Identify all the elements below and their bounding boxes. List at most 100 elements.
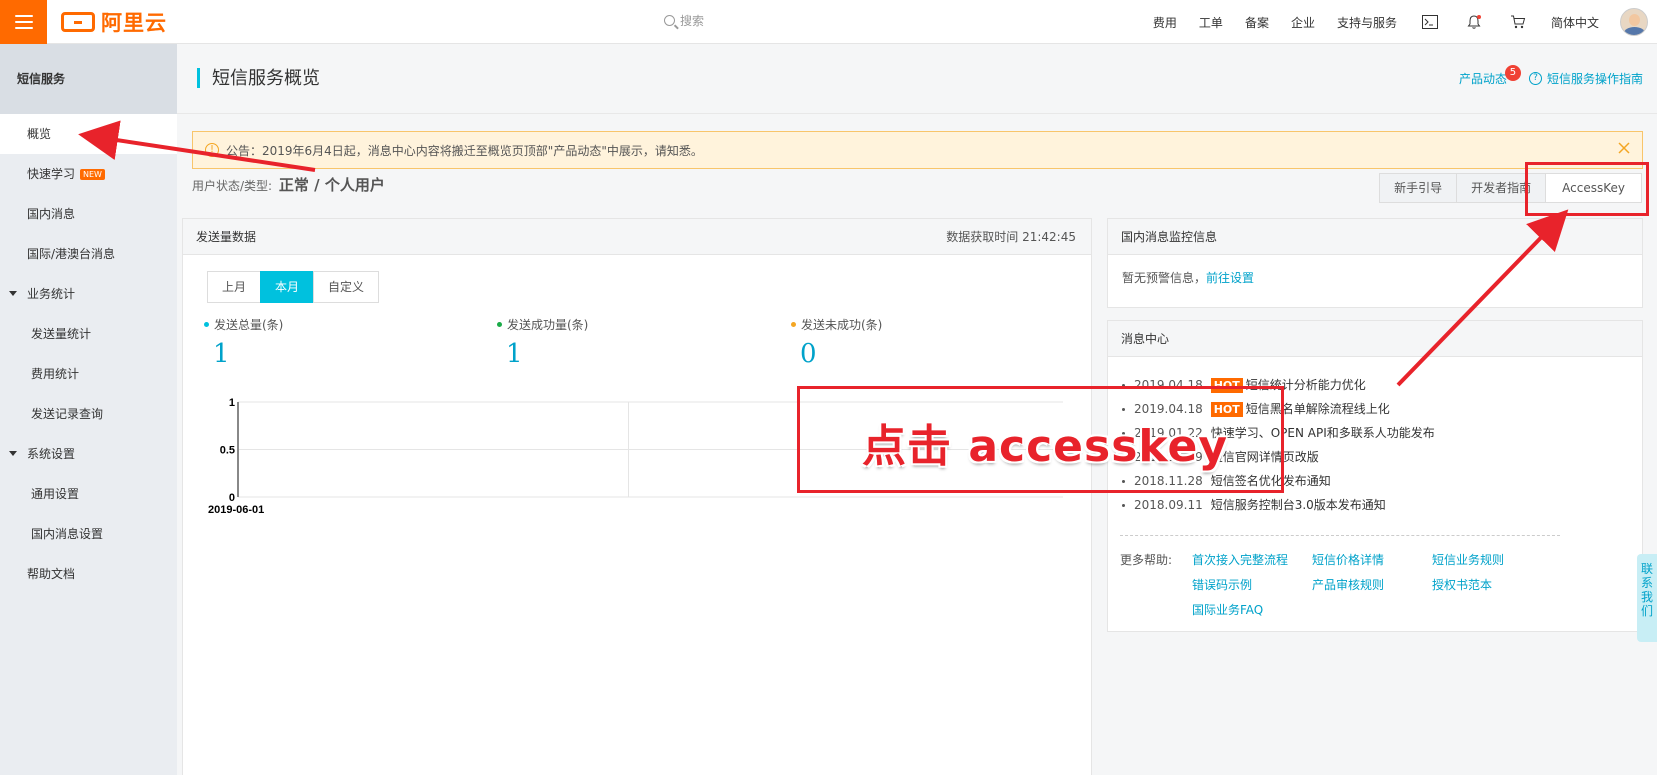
top-nav: 费用 工单 备案 企业 支持与服务 简体中文: [1142, 0, 1657, 44]
stat-value: 1: [506, 339, 523, 369]
notice-text: 公告：2019年6月4日起，消息中心内容将搬迁至概览页顶部"产品动态"中展示，请…: [226, 143, 703, 158]
header-links: 产品动态 5 ? 短信服务操作指南: [1459, 64, 1643, 87]
logo[interactable]: 阿里云: [61, 7, 167, 37]
sidebar-item-label: 概览: [27, 127, 52, 141]
nav-tickets[interactable]: 工单: [1199, 14, 1223, 31]
contact-label: 联系我们: [1641, 562, 1654, 618]
product-news-badge: 5: [1504, 64, 1521, 81]
stat-failed: 发送未成功(条) 0: [791, 316, 882, 369]
tab-last-month[interactable]: 上月: [207, 271, 262, 303]
panel-header: 发送量数据 数据获取时间 21:42:45: [183, 219, 1091, 255]
sidebar-item-send-records[interactable]: 发送记录查询: [0, 394, 177, 434]
sidebar-item-label: 通用设置: [31, 487, 80, 501]
user-status-value: 正常 / 个人用户: [278, 176, 385, 194]
search-placeholder: 搜索: [680, 14, 705, 28]
sidebar-item-domestic[interactable]: 国内消息: [0, 194, 177, 234]
hamburger-icon: [14, 14, 33, 29]
cart-icon[interactable]: [1509, 13, 1527, 31]
annotation-box-accesskey: [1525, 162, 1649, 216]
go-settings-link[interactable]: 前往设置: [1206, 271, 1254, 285]
period-tabs: 上月 本月 自定义: [207, 271, 380, 303]
nav-enterprise[interactable]: 企业: [1291, 14, 1315, 31]
sidebar-item-label: 系统设置: [27, 447, 76, 461]
sidebar-item-label: 发送量统计: [31, 327, 92, 341]
sidebar-item-label: 发送记录查询: [31, 407, 104, 421]
panel-header: 消息中心: [1108, 321, 1642, 357]
y-tick-label: 0.5: [220, 445, 235, 457]
menu-button[interactable]: [0, 0, 47, 44]
status-dot: [204, 322, 209, 327]
product-news-link[interactable]: 产品动态: [1459, 70, 1507, 87]
stat-label: 发送总量(条): [214, 318, 284, 332]
new-badge: NEW: [80, 169, 105, 180]
help-circle-icon: ?: [1528, 72, 1542, 85]
sidebar-item-label: 快速学习: [27, 167, 76, 181]
sidebar-item-send-stats[interactable]: 发送量统计: [0, 314, 177, 354]
sidebar-item-label: 国内消息设置: [31, 527, 104, 541]
language-switch[interactable]: 简体中文: [1551, 14, 1599, 31]
help-link-pricing[interactable]: 短信价格详情: [1312, 551, 1384, 568]
nav-support[interactable]: 支持与服务: [1337, 14, 1397, 31]
help-link-rules[interactable]: 短信业务规则: [1432, 551, 1504, 568]
page-title: 短信服务概览: [212, 68, 320, 89]
nav-icp[interactable]: 备案: [1245, 14, 1269, 31]
sidebar-item-quickstart[interactable]: 快速学习 NEW: [0, 154, 177, 194]
sidebar-item-label: 国际/港澳台消息: [27, 247, 116, 261]
y-tick-label: 0: [229, 492, 235, 504]
sidebar-item-general-settings[interactable]: 通用设置: [0, 474, 177, 514]
list-item[interactable]: 2018.09.11 短信服务控制台3.0版本发布通知: [1122, 493, 1435, 517]
annotation-text: 点击 accesskey: [862, 421, 1228, 472]
contact-us-tab[interactable]: 联系我们: [1637, 554, 1657, 642]
help-link-error-codes[interactable]: 错误码示例: [1192, 576, 1252, 593]
tab-custom[interactable]: 自定义: [313, 271, 380, 303]
y-tick-label: 1: [229, 397, 235, 409]
close-icon[interactable]: [1616, 140, 1632, 156]
sidebar-item-label: 帮助文档: [27, 567, 76, 581]
top-bar: 阿里云 搜索 费用 工单 备案 企业 支持与服务 简体中文: [0, 0, 1657, 44]
search-box[interactable]: 搜索: [664, 12, 704, 29]
sidebar-item-help-docs[interactable]: 帮助文档: [0, 554, 177, 594]
sidebar: 短信服务 概览 快速学习 NEW 国内消息 国际/港澳台消息 业务统计 发送量统计…: [0, 44, 177, 775]
sidebar-item-label: 国内消息: [27, 207, 76, 221]
stat-total: 发送总量(条) 1: [204, 316, 283, 369]
sidebar-item-international[interactable]: 国际/港澳台消息: [0, 234, 177, 274]
status-dot: [497, 322, 502, 327]
help-link-review-rules[interactable]: 产品审核规则: [1312, 576, 1384, 593]
sidebar-item-fee-stats[interactable]: 费用统计: [0, 354, 177, 394]
guide-link[interactable]: 短信服务操作指南: [1547, 70, 1643, 87]
sidebar-group-settings[interactable]: 系统设置: [0, 434, 177, 474]
caret-down-icon: [9, 291, 17, 296]
help-link-authorization[interactable]: 授权书范本: [1432, 576, 1492, 593]
panel-title: 国内消息监控信息: [1121, 230, 1218, 244]
aliyun-logo-icon: [61, 11, 95, 32]
panel-title: 消息中心: [1121, 332, 1170, 346]
sidebar-title: 短信服务: [0, 44, 177, 114]
tab-this-month[interactable]: 本月: [260, 271, 315, 303]
fetch-time: 数据获取时间 21:42:45: [946, 230, 1076, 244]
title-accent-bar: [197, 68, 200, 88]
terminal-icon[interactable]: [1421, 13, 1439, 31]
sidebar-item-overview[interactable]: 概览: [0, 114, 177, 154]
nav-fees[interactable]: 费用: [1153, 14, 1177, 31]
stat-label: 发送未成功(条): [801, 318, 883, 332]
sidebar-item-label: 费用统计: [31, 367, 80, 381]
x-tick-label: 2019-06-01: [208, 504, 264, 516]
beginner-guide-button[interactable]: 新手引导: [1379, 173, 1458, 203]
sidebar-group-statistics[interactable]: 业务统计: [0, 274, 177, 314]
bell-icon[interactable]: [1465, 13, 1483, 31]
help-link-onboarding[interactable]: 首次接入完整流程: [1192, 551, 1288, 568]
divider: [1120, 535, 1560, 536]
status-dot: [791, 322, 796, 327]
user-status-label: 用户状态/类型:: [192, 179, 273, 193]
panel-header: 国内消息监控信息: [1108, 219, 1642, 255]
panel-title: 发送量数据: [196, 230, 257, 244]
page-header: 短信服务概览 产品动态 5 ? 短信服务操作指南: [177, 44, 1657, 114]
info-icon: !: [205, 143, 219, 157]
avatar[interactable]: [1620, 8, 1648, 36]
help-link-intl-faq[interactable]: 国际业务FAQ: [1192, 601, 1263, 618]
monitor-panel: 国内消息监控信息 暂无预警信息，前往设置: [1107, 218, 1643, 308]
send-volume-panel: 发送量数据 数据获取时间 21:42:45 上月 本月 自定义 发送总量(条) …: [182, 218, 1092, 775]
stat-success: 发送成功量(条) 1: [497, 316, 588, 369]
sidebar-item-domestic-settings[interactable]: 国内消息设置: [0, 514, 177, 554]
monitor-content: 暂无预警信息，前往设置: [1108, 255, 1642, 300]
